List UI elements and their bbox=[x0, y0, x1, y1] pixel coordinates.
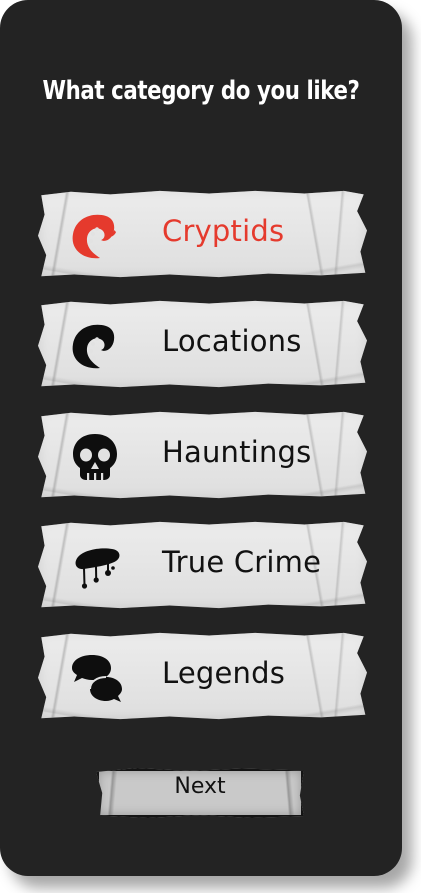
category-label: Locations bbox=[162, 324, 302, 358]
tentacle-icon bbox=[66, 210, 124, 262]
next-button-label: Next bbox=[174, 774, 226, 799]
speech-bubbles-icon bbox=[66, 652, 124, 704]
category-label: Hauntings bbox=[162, 435, 312, 469]
category-card-hauntings[interactable]: Hauntings bbox=[38, 411, 367, 499]
category-card-legends[interactable]: Legends bbox=[38, 632, 367, 720]
skull-icon bbox=[66, 431, 124, 483]
category-label: Cryptids bbox=[162, 214, 285, 248]
category-card-cryptids[interactable]: Cryptids bbox=[38, 190, 367, 278]
tentacle-icon bbox=[66, 320, 124, 372]
category-label: True Crime bbox=[162, 545, 322, 579]
page-title: What category do you like? bbox=[42, 76, 360, 106]
category-card-true-crime[interactable]: True Crime bbox=[38, 521, 367, 609]
app-screen: What category do you like? Cryptids Loca… bbox=[0, 0, 402, 876]
category-card-locations[interactable]: Locations bbox=[38, 300, 367, 388]
next-button[interactable]: Next bbox=[96, 768, 304, 818]
category-label: Legends bbox=[162, 656, 286, 690]
blood-drip-icon bbox=[66, 541, 124, 593]
